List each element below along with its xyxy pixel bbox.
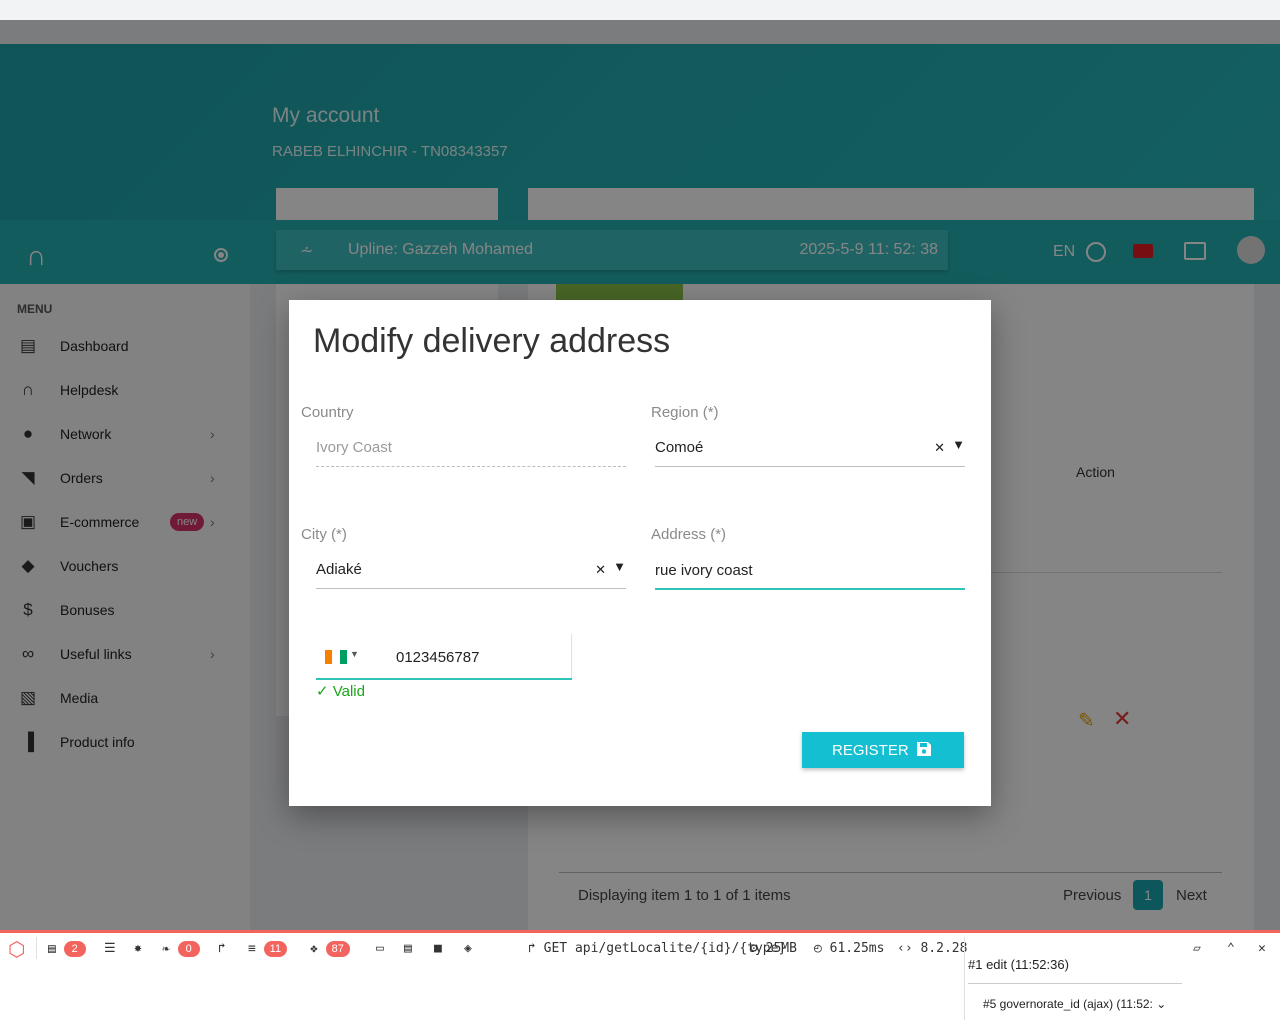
exceptions-tab[interactable]: ❧ 0 — [162, 941, 200, 959]
list-icon[interactable]: ▤ — [404, 941, 412, 959]
request-ajax-label: #5 governorate_id (ajax) (11:52: — [983, 997, 1153, 1011]
region-value: Comoé — [655, 439, 704, 456]
models-tab[interactable]: ❖ 87 — [310, 941, 350, 959]
city-select[interactable]: Adiaké ✕ ▼ — [316, 555, 626, 589]
address-input[interactable]: rue ivory coast — [655, 556, 965, 590]
dropdown-caret-icon[interactable]: ▼ — [613, 559, 626, 574]
php-version-label: 8.2.28 — [920, 941, 968, 956]
route-info: ↱ GET api/getLocalite/{id}/{type} — [528, 941, 786, 959]
chevron-up-icon[interactable]: ⌃ — [1227, 941, 1235, 959]
country-field: Ivory Coast — [316, 433, 626, 467]
laravel-logo-icon[interactable]: ⬡ — [8, 937, 25, 961]
messages-tab[interactable]: ▤ 2 — [48, 941, 86, 959]
memory-label: 25MB — [765, 941, 797, 956]
city-label: City (*) — [301, 526, 347, 543]
country-value: Ivory Coast — [316, 439, 392, 456]
php-info: ‹› 8.2.28 — [897, 941, 967, 959]
request-select[interactable]: #5 governorate_id (ajax) (11:52: ⌄ — [983, 997, 1166, 1011]
queries-count: 11 — [263, 941, 288, 957]
messages-count: 2 — [63, 941, 86, 957]
debug-bar: ⬡ ▤ 2 ☰ ✸ ❧ 0 ↱ ≡ 11 ❖ 87 ▭ ▤ ■ ◈ ↱ GET … — [0, 930, 1280, 1020]
region-select[interactable]: Comoé ✕ ▼ — [655, 433, 965, 467]
phone-value: 0123456787 — [396, 649, 480, 666]
city-value: Adiaké — [316, 561, 362, 578]
clock-icon: ◴ — [814, 941, 822, 956]
inbox-icon[interactable]: ▭ — [376, 941, 384, 959]
exceptions-count: 0 — [177, 941, 200, 957]
phone-valid-message: ✓ Valid — [316, 683, 365, 700]
address-value: rue ivory coast — [655, 562, 753, 579]
region-label: Region (*) — [651, 404, 719, 421]
leaf-icon: ❧ — [162, 941, 170, 957]
models-count: 87 — [325, 941, 350, 957]
dropdown-caret-icon[interactable]: ▼ — [952, 437, 965, 452]
route-icon: ↱ — [528, 941, 536, 956]
memory-info: ⚙ 25MB — [750, 941, 797, 959]
time-label: 61.25ms — [829, 941, 885, 956]
close-icon[interactable]: ✕ — [1258, 941, 1266, 959]
code-icon: ‹› — [897, 941, 913, 956]
phone-input[interactable]: ▼ 0123456787 — [316, 634, 572, 680]
clear-icon[interactable]: ✕ — [934, 440, 945, 456]
browser-top-strip — [0, 0, 1280, 20]
request-current[interactable]: #1 edit (11:52:36) — [968, 957, 1069, 972]
cogs-icon: ⚙ — [750, 941, 758, 956]
address-label: Address (*) — [651, 526, 727, 543]
archive-icon[interactable]: ■ — [434, 941, 442, 959]
country-code-caret-icon[interactable]: ▼ — [350, 649, 359, 659]
queries-tab[interactable]: ≡ 11 — [248, 941, 288, 959]
save-icon — [917, 742, 931, 756]
messages-icon: ▤ — [48, 941, 56, 957]
modal-title: Modify delivery address — [313, 322, 671, 360]
timeline-icon[interactable]: ☰ — [104, 941, 116, 959]
database-icon: ≡ — [248, 941, 256, 957]
modify-address-modal: Modify delivery address Country Ivory Co… — [289, 300, 991, 806]
time-info: ◴ 61.25ms — [814, 941, 884, 959]
country-label: Country — [301, 404, 354, 421]
clear-icon[interactable]: ✕ — [595, 562, 606, 578]
ivory-coast-flag-icon[interactable] — [325, 650, 347, 664]
share-icon[interactable]: ↱ — [218, 941, 226, 959]
register-label: REGISTER — [832, 742, 909, 759]
folder-open-icon[interactable]: ▱ — [1193, 941, 1201, 959]
cubes-icon: ❖ — [310, 941, 318, 957]
tags-icon[interactable]: ◈ — [464, 941, 472, 959]
register-button[interactable]: REGISTER — [802, 732, 964, 768]
bug-icon[interactable]: ✸ — [134, 941, 142, 959]
chevron-down-icon: ⌄ — [1156, 997, 1167, 1011]
